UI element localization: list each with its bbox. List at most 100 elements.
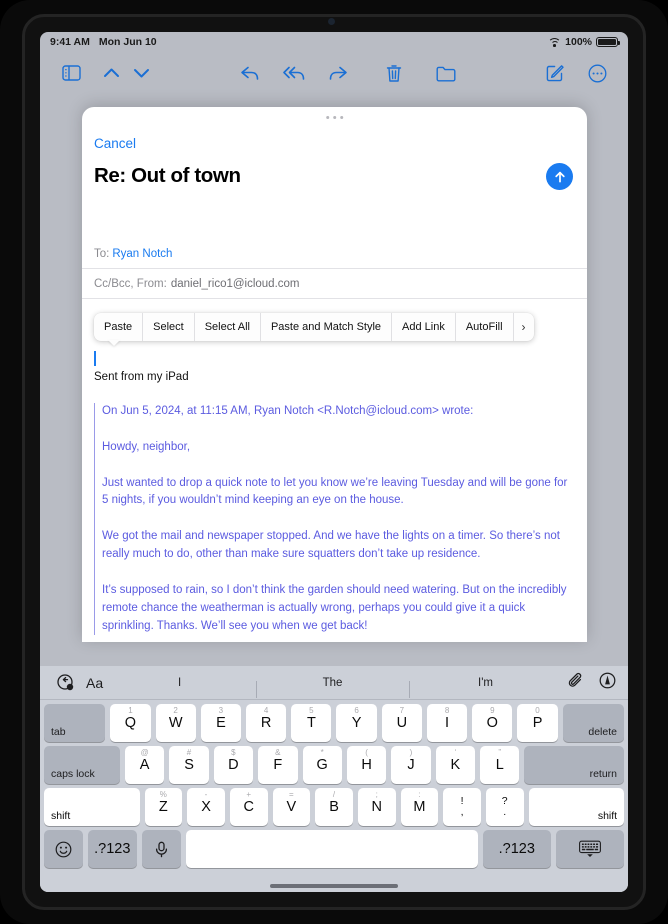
reply-icon[interactable]	[235, 58, 265, 88]
key-a[interactable]: @ A	[124, 746, 165, 784]
key-c[interactable]: + C	[229, 788, 268, 826]
emoji-icon[interactable]	[44, 830, 83, 868]
key-label: S	[184, 757, 194, 773]
key-label: D	[228, 757, 239, 773]
message-body[interactable]: Sent from my iPad On Jun 5, 2024, at 11:…	[82, 347, 587, 642]
key-n[interactable]: ; N	[357, 788, 396, 826]
forward-icon[interactable]	[323, 58, 353, 88]
key-y[interactable]: 6Y	[336, 704, 377, 742]
key-shift-left[interactable]: shift	[44, 788, 140, 826]
from-address[interactable]: daniel_rico1@icloud.com	[171, 278, 300, 290]
menu-more-chevron-icon[interactable]: ›	[514, 313, 534, 341]
compose-subject[interactable]: Re: Out of town	[94, 164, 241, 188]
key-shift-right[interactable]: shift	[528, 788, 625, 826]
key-label: M	[413, 799, 426, 815]
status-time: 9:41 AM	[50, 36, 90, 48]
send-button[interactable]	[546, 163, 573, 190]
sidebar-toggle-icon[interactable]	[56, 58, 86, 88]
key-b[interactable]: / B	[315, 788, 353, 826]
key-alt-label: -	[204, 790, 208, 799]
key-x[interactable]: -X	[187, 788, 225, 826]
reply-all-icon[interactable]	[279, 58, 309, 88]
key-g[interactable]: * G	[302, 746, 342, 784]
key-z[interactable]: % Z	[144, 788, 183, 826]
more-icon[interactable]	[582, 58, 612, 88]
folder-icon[interactable]	[431, 58, 461, 88]
key-e[interactable]: 3E	[200, 704, 242, 742]
key-f[interactable]: & F	[258, 746, 298, 784]
key-l[interactable]: ” L	[480, 746, 520, 784]
home-indicator[interactable]	[270, 884, 398, 888]
menu-item-add-link[interactable]: Add Link	[392, 313, 456, 341]
key-v[interactable]: = V	[272, 788, 311, 826]
key-return[interactable]: return	[524, 746, 625, 784]
key-alt-label: (	[365, 748, 368, 757]
key-alt-label: :	[418, 790, 421, 799]
key-alt-label: %	[159, 790, 167, 799]
key-q[interactable]: 1Q	[110, 704, 151, 742]
key-numeric-left[interactable]: .?123	[87, 830, 137, 868]
prediction-3[interactable]: I'm	[409, 677, 562, 698]
prediction-2[interactable]: The	[256, 677, 409, 698]
key-label: O	[486, 715, 498, 731]
key-alt-label: 6	[354, 706, 359, 715]
key-j[interactable]: ) J	[391, 746, 431, 784]
chevron-down-icon[interactable]	[126, 58, 156, 88]
key-period[interactable]: ?.	[485, 788, 524, 826]
key-m[interactable]: :M	[400, 788, 439, 826]
key-u[interactable]: 7U	[381, 704, 422, 742]
compose-icon[interactable]	[540, 58, 570, 88]
menu-item-select[interactable]: Select	[143, 313, 195, 341]
key-label: L	[495, 757, 504, 773]
prediction-1[interactable]: I	[103, 677, 256, 689]
key-h[interactable]: (H	[346, 746, 387, 784]
status-date: Mon Jun 10	[98, 36, 157, 48]
key-numeric-right[interactable]: .?123	[482, 830, 551, 868]
key-d[interactable]: $ D	[213, 746, 254, 784]
sheet-grabber-icon[interactable]	[325, 116, 344, 120]
microphone-icon[interactable]	[141, 830, 181, 868]
text-format-button[interactable]: Aa	[86, 675, 103, 691]
cc-bcc-from-field-row[interactable]: Cc/Bcc, From: daniel_rico1@icloud.com	[82, 269, 587, 299]
chevron-up-icon[interactable]	[96, 58, 126, 88]
key-alt-label: 2	[173, 706, 178, 715]
key-label: T	[306, 715, 316, 731]
trash-icon[interactable]	[379, 58, 409, 88]
menu-item-paste[interactable]: Paste	[94, 313, 144, 341]
key-w[interactable]: 2W	[155, 704, 196, 742]
quote-paragraph: Howdy, neighbor,	[102, 440, 191, 453]
to-recipient[interactable]: Ryan Notch	[112, 248, 172, 260]
menu-item-paste-and-match-style[interactable]: Paste and Match Style	[261, 313, 393, 341]
key-p[interactable]: 0P	[517, 704, 558, 742]
key-i[interactable]: 8I	[426, 704, 468, 742]
key-label: P	[532, 715, 543, 731]
key-space[interactable]	[185, 830, 478, 868]
key-label: V	[286, 799, 297, 815]
key-alt-label: 7	[399, 706, 405, 715]
cancel-button[interactable]: Cancel	[94, 136, 136, 151]
key-t[interactable]: 5T	[291, 704, 332, 742]
key-label: C	[243, 799, 254, 815]
undo-icon[interactable]	[52, 674, 78, 691]
key-comma[interactable]: !,	[443, 788, 481, 826]
key-caps-lock[interactable]: caps lock	[44, 746, 120, 784]
paperclip-icon[interactable]	[568, 672, 585, 694]
key-label: R	[260, 715, 272, 731]
key-label: N	[371, 799, 382, 815]
to-field-row[interactable]: To: Ryan Notch	[82, 239, 587, 269]
hide-keyboard-icon[interactable]	[555, 830, 625, 868]
menu-item-autofill[interactable]: AutoFill	[456, 313, 514, 341]
key-delete[interactable]: delete	[562, 704, 624, 742]
key-label: ,	[460, 806, 464, 818]
key-k[interactable]: ‘K	[435, 746, 476, 784]
quote-paragraph: We got the mail and newspaper stopped. A…	[102, 530, 560, 561]
key-label: G	[316, 757, 328, 773]
text-caret	[94, 351, 96, 366]
key-r[interactable]: 4R	[246, 704, 287, 742]
key-s[interactable]: # S	[169, 746, 209, 784]
quote-header: On Jun 5, 2024, at 11:15 AM, Ryan Notch …	[102, 405, 474, 417]
menu-item-select-all[interactable]: Select All	[195, 313, 261, 341]
key-tab[interactable]: tab	[44, 704, 106, 742]
key-o[interactable]: 9O	[472, 704, 513, 742]
markup-pen-icon[interactable]	[599, 672, 616, 694]
